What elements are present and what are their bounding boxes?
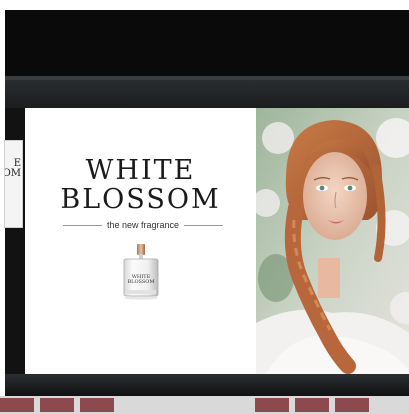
poster-text-panel: WHITE BLOSSOM the new fragrance WHITE BL… — [25, 108, 256, 374]
window-sill — [5, 374, 409, 396]
pavement-tile — [0, 398, 34, 412]
perfume-bottle-icon — [123, 244, 159, 300]
tagline-rule-right — [184, 224, 224, 226]
storefront-photo: E OM WHITE BLOSSOM the new fragrance WHI… — [0, 0, 409, 414]
pavement-tile — [295, 398, 329, 412]
side-sign: E OM — [4, 140, 23, 228]
brand-title-line2: BLOSSOM — [60, 184, 221, 215]
side-sign-line2: OM — [4, 168, 21, 179]
tagline-row: the new fragrance — [63, 218, 224, 232]
tagline: the new fragrance — [106, 220, 180, 230]
window-poster: WHITE BLOSSOM the new fragrance WHITE BL… — [25, 108, 409, 374]
pavement-tile — [255, 398, 289, 412]
pavement — [0, 396, 409, 414]
window-frame-bar — [5, 80, 409, 108]
model-portrait — [256, 108, 409, 374]
shop-fascia — [5, 10, 409, 76]
bottle-label: WHITE BLOSSOM — [121, 275, 161, 285]
blossom-icon — [262, 122, 294, 154]
pavement-tile — [335, 398, 369, 412]
brand-title: WHITE BLOSSOM — [25, 156, 256, 214]
pavement-tile — [40, 398, 74, 412]
bottle-label-line2: BLOSSOM — [127, 279, 155, 285]
pavement-tile — [80, 398, 114, 412]
brand-title-line1: WHITE — [85, 155, 196, 186]
tagline-rule-left — [63, 224, 102, 226]
